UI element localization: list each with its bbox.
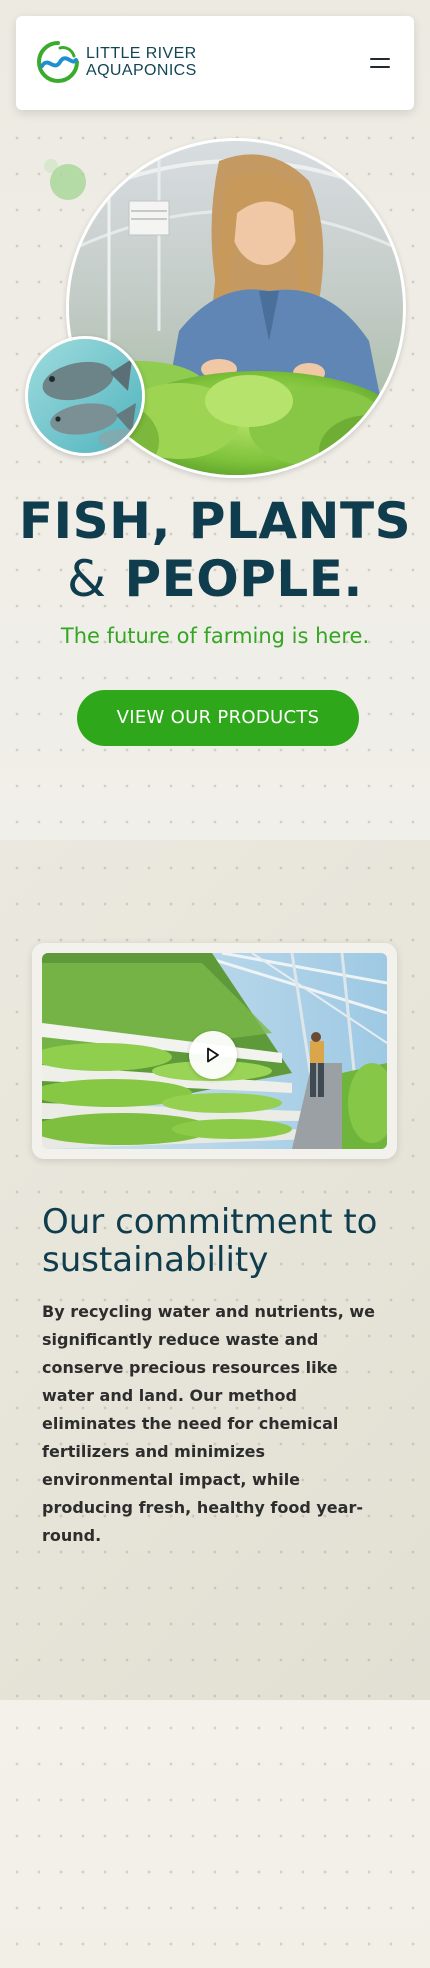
hero-title: FISH, PLANTS & PEOPLE. — [0, 492, 430, 608]
logo-line-1: LITTLE RIVER — [86, 45, 197, 62]
play-icon — [207, 1047, 219, 1063]
hero-title-line-1: FISH, PLANTS — [18, 492, 412, 550]
hamburger-menu-icon[interactable] — [370, 56, 390, 70]
logo-line-2: AQUAPONICS — [86, 62, 197, 79]
commitment-paragraph: By recycling water and nutrients, we sig… — [42, 1302, 375, 1545]
logo-wordmark: LITTLE RIVER AQUAPONICS — [86, 45, 197, 79]
dot-pattern — [0, 1700, 430, 1968]
hero-title-line-2: & PEOPLE. — [0, 550, 430, 608]
hero-tagline: The future of farming is here. — [60, 624, 370, 648]
footer-section — [0, 1700, 430, 1968]
decorative-circle — [50, 164, 86, 200]
play-button[interactable] — [189, 1031, 237, 1079]
site-logo[interactable]: LITTLE RIVER AQUAPONICS — [36, 40, 197, 84]
hero-title-ampersand: & — [67, 550, 107, 608]
site-header: LITTLE RIVER AQUAPONICS — [16, 16, 414, 110]
commitment-heading: Our commitment to sustainability — [42, 1202, 378, 1280]
logo-mark-icon — [37, 41, 79, 83]
video-card — [32, 943, 397, 1159]
hero-title-line-2-text: PEOPLE. — [124, 550, 363, 608]
tilapia-fish-photo — [25, 336, 145, 456]
greenhouse-video[interactable] — [42, 953, 387, 1149]
view-products-button[interactable]: VIEW OUR PRODUCTS — [77, 690, 359, 746]
